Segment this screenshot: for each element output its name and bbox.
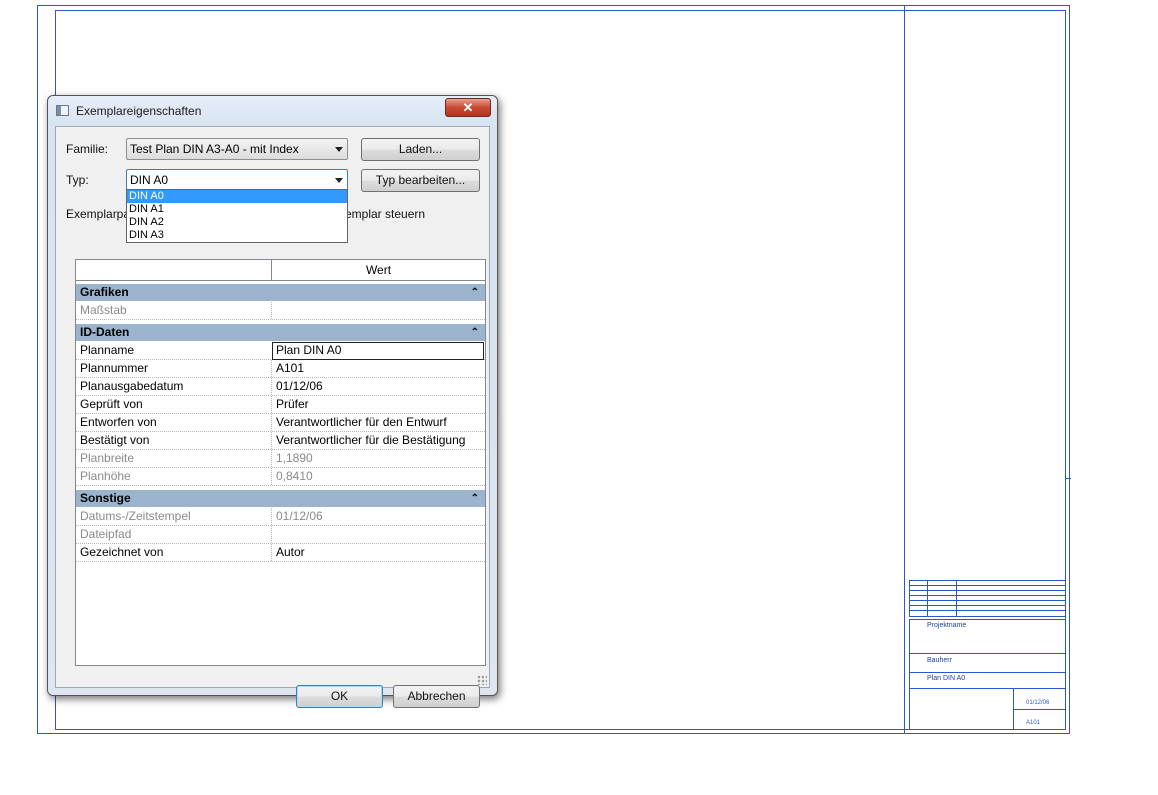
dialog-title: Exemplareigenschaften (76, 104, 202, 118)
dropdown-item-din-a1[interactable]: DIN A1 (127, 203, 347, 216)
property-row[interactable]: Dateipfad (76, 526, 485, 544)
sheet-outer-top (37, 5, 1070, 6)
sheet-outer-left (37, 5, 38, 734)
collapse-icon[interactable]: ⌃ (471, 284, 479, 301)
revision-table (909, 580, 1066, 617)
column-header-parameter[interactable] (76, 260, 272, 281)
family-value: Test Plan DIN A3-A0 - mit Index (130, 142, 299, 156)
window-icon (56, 105, 69, 116)
property-name: Bestätigt von (80, 433, 150, 447)
property-name: Datums-/Zeitstempel (80, 509, 191, 523)
type-combo[interactable]: DIN A0 (126, 169, 348, 191)
sheet-date: 01/12/06 (1026, 700, 1050, 706)
sheet-inner-top (55, 10, 1066, 11)
property-value: Autor (276, 545, 305, 559)
property-name: Entworfen von (80, 415, 157, 429)
close-button[interactable]: ✕ (445, 98, 491, 117)
sheet-number: A101 (1026, 720, 1041, 726)
ok-button[interactable]: OK (296, 685, 383, 708)
collapse-icon[interactable]: ⌃ (471, 490, 479, 507)
sheet-outer-right (1069, 5, 1070, 734)
family-label: Familie: (66, 142, 109, 156)
property-value[interactable]: Plan DIN A0 (276, 342, 341, 359)
property-name: Geprüft von (80, 397, 143, 411)
group-sonstige[interactable]: Sonstige ⌃ (76, 490, 485, 507)
project-block: Projektname (909, 619, 1066, 654)
property-row[interactable]: Planbreite 1,1890 (76, 450, 485, 468)
project-name: Projektname (927, 622, 967, 629)
property-value: 1,1890 (276, 451, 313, 465)
property-value: Verantwortlicher für die Bestätigung (276, 433, 466, 447)
load-button[interactable]: Laden... (361, 138, 480, 161)
sheet-tick (1065, 478, 1071, 479)
property-value: 01/12/06 (276, 509, 323, 523)
property-row[interactable]: Plannummer A101 (76, 360, 485, 378)
family-combo[interactable]: Test Plan DIN A3-A0 - mit Index (126, 138, 348, 160)
property-row[interactable]: Maßstab (76, 302, 485, 320)
property-value: 0,8410 (276, 469, 313, 483)
client-name: Bauherr (927, 657, 952, 664)
type-value: DIN A0 (130, 173, 169, 187)
group-grafiken[interactable]: Grafiken ⌃ (76, 284, 485, 301)
sheet-title-block: Plan DIN A0 (909, 672, 1066, 689)
close-icon: ✕ (462, 100, 474, 115)
property-name: Planhöhe (80, 469, 131, 483)
property-row[interactable]: Planname Plan DIN A0 (76, 342, 485, 360)
sheet-outer-bottom (37, 733, 1070, 734)
title-column-divider (904, 5, 905, 734)
property-value: Verantwortlicher für den Entwurf (276, 415, 447, 429)
type-dropdown-list: DIN A0 DIN A1 DIN A2 DIN A3 (126, 189, 348, 243)
sheet-title: Plan DIN A0 (927, 675, 966, 682)
instance-parameters-label: Exemplarpar (66, 207, 135, 221)
property-value: 01/12/06 (276, 379, 323, 393)
cancel-button[interactable]: Abbrechen (393, 685, 480, 708)
property-row[interactable]: Planausgabedatum 01/12/06 (76, 378, 485, 396)
property-name: Gezeichnet von (80, 545, 164, 559)
group-title: Grafiken (80, 285, 129, 299)
dropdown-item-din-a0[interactable]: DIN A0 (127, 190, 347, 203)
property-row[interactable]: Datums-/Zeitstempel 01/12/06 (76, 508, 485, 526)
property-row[interactable]: Gezeichnet von Autor (76, 544, 485, 562)
instance-properties-dialog: Exemplareigenschaften ✕ Familie: Test Pl… (47, 95, 498, 708)
group-id-daten[interactable]: ID-Daten ⌃ (76, 324, 485, 341)
column-header-value[interactable]: Wert (272, 260, 485, 281)
chevron-down-icon (335, 147, 343, 152)
property-row[interactable]: Planhöhe 0,8410 (76, 468, 485, 486)
info-block: 01/12/06 A101 (909, 688, 1066, 730)
property-name: Plannummer (80, 361, 149, 375)
property-value: A101 (276, 361, 305, 375)
edit-type-button[interactable]: Typ bearbeiten... (361, 169, 480, 192)
property-name: Maßstab (80, 303, 127, 317)
group-title: Sonstige (80, 491, 131, 505)
group-title: ID-Daten (80, 325, 130, 339)
resize-grip-icon[interactable] (477, 675, 487, 685)
property-name: Planbreite (80, 451, 135, 465)
type-label: Typ: (66, 173, 89, 187)
property-name: Planname (80, 343, 135, 357)
dropdown-item-din-a3[interactable]: DIN A3 (127, 229, 347, 242)
chevron-down-icon (335, 178, 343, 183)
client-block: Bauherr (909, 653, 1066, 673)
collapse-icon[interactable]: ⌃ (471, 324, 479, 341)
instance-parameters-label-tail: emplar steuern (345, 207, 426, 221)
property-grid: Wert Grafiken ⌃ Maßstab ID-Daten ⌃ Plann… (75, 259, 486, 666)
property-value: Prüfer (276, 397, 309, 411)
property-row[interactable]: Geprüft von Prüfer (76, 396, 485, 414)
property-name: Dateipfad (80, 527, 132, 541)
property-row[interactable]: Bestätigt von Verantwortlicher für die B… (76, 432, 485, 450)
property-row[interactable]: Entworfen von Verantwortlicher für den E… (76, 414, 485, 432)
dropdown-item-din-a2[interactable]: DIN A2 (127, 216, 347, 229)
property-name: Planausgabedatum (80, 379, 184, 393)
